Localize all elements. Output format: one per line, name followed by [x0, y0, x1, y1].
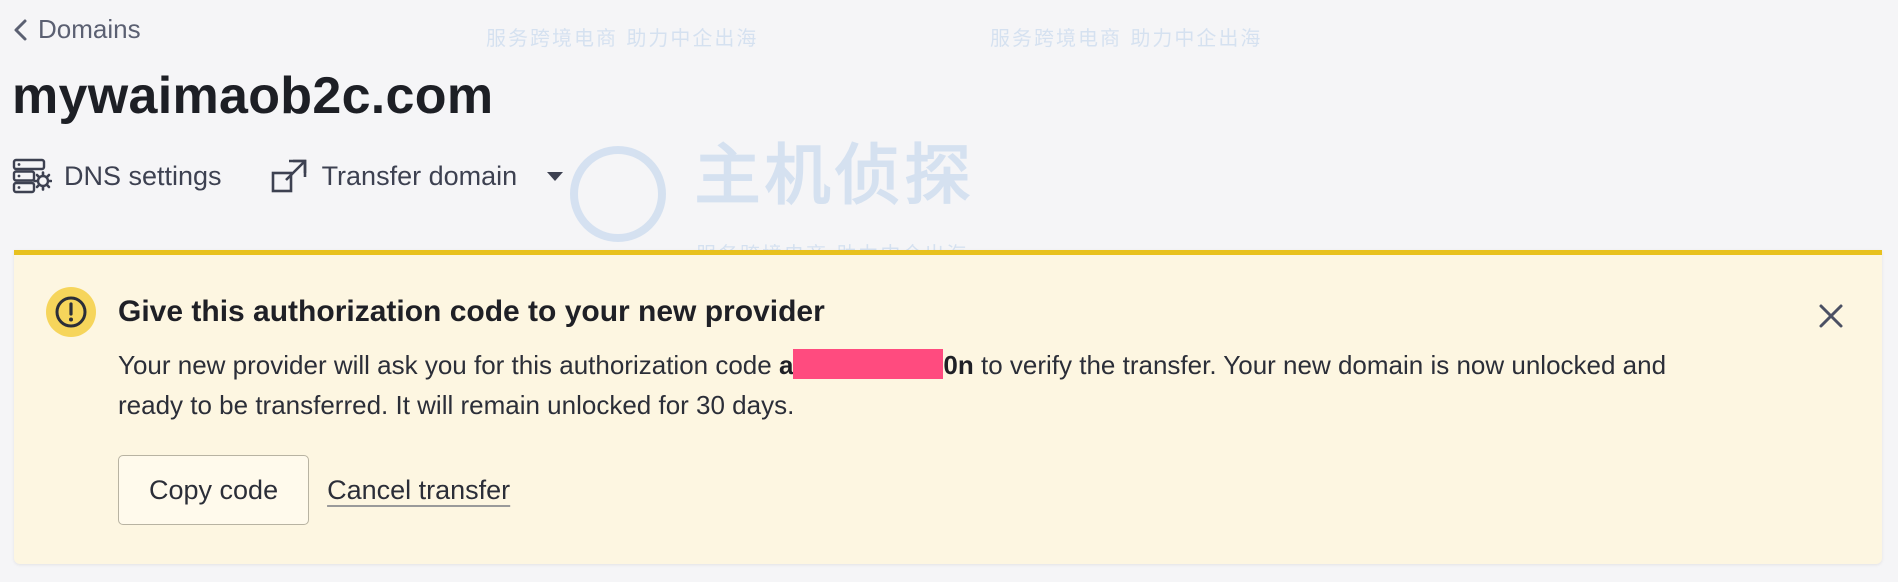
server-gear-icon [12, 158, 52, 194]
breadcrumb-domains[interactable]: Domains [12, 14, 141, 45]
external-transfer-icon [271, 159, 306, 193]
domain-toolbar: DNS settings Transfer domain [12, 156, 564, 196]
watermark: 服务跨境电商 助力中企出海 [486, 26, 759, 50]
alert-title: Give this authorization code to your new… [118, 295, 825, 328]
chevron-left-icon [14, 19, 27, 40]
transfer-alert: Give this authorization code to your new… [14, 250, 1882, 564]
warning-exclamation-icon [46, 287, 96, 337]
transfer-domain-button[interactable]: Transfer domain [270, 156, 564, 196]
alert-actions: Copy code Cancel transfer [118, 455, 510, 525]
dns-settings-label: DNS settings [64, 160, 222, 191]
alert-message: Your new provider will ask you for this … [118, 345, 1698, 425]
close-icon[interactable] [1814, 299, 1848, 333]
code-start: a [778, 350, 794, 380]
dns-settings-button[interactable]: DNS settings [12, 156, 222, 196]
cancel-transfer-link[interactable]: Cancel transfer [327, 475, 510, 506]
watermark: 服务跨境电商 助力中企出海 [990, 26, 1263, 50]
caret-down-icon[interactable] [547, 171, 564, 181]
alert-text-before: Your new provider will ask you for this … [118, 350, 779, 380]
copy-code-button[interactable]: Copy code [118, 455, 310, 525]
transfer-domain-label: Transfer domain [321, 160, 518, 191]
code-end: 0n [943, 350, 974, 380]
breadcrumb-label: Domains [38, 14, 141, 44]
watermark: 主机侦探 服务跨境电商 助力中企出海 [570, 122, 974, 267]
redaction-block [793, 349, 944, 379]
authorization-code: a 0n [778, 349, 974, 380]
page-title: mywaimaob2c.com [12, 67, 494, 125]
